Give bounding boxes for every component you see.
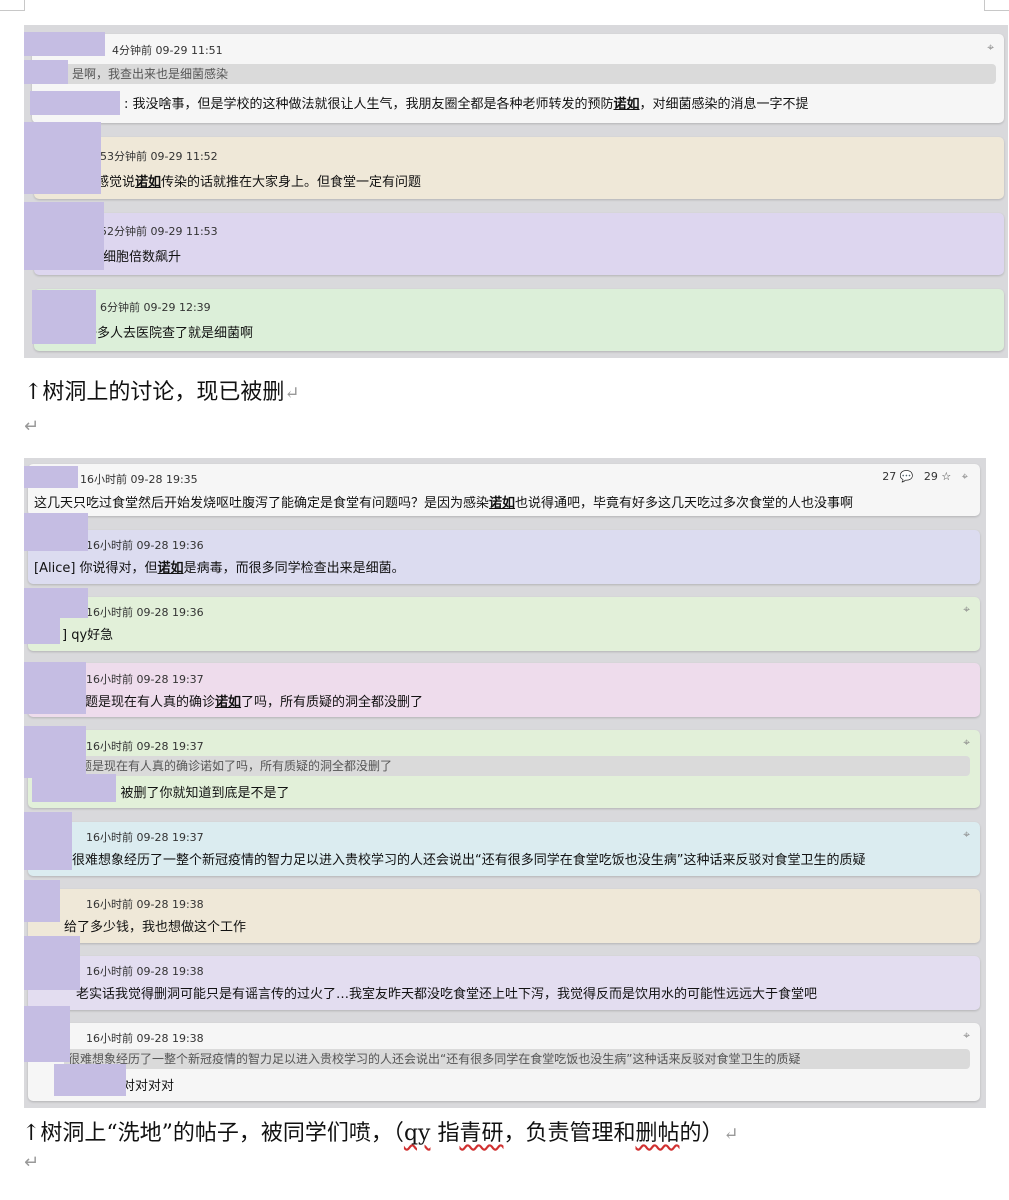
quoted-reply: 问题是现在有人真的确诊诺如了吗，所有质疑的洞全都没删了 <box>64 756 970 776</box>
post-meta: 52分钟前 09-29 11:53 <box>100 225 218 238</box>
caption-2: ↑树洞上“洗地”的帖子，被同学们喷，（qy 指青研，负责管理和删帖的）↵ <box>22 1121 739 1146</box>
post-stats: 27 💬 29 ☆ ⌖ <box>882 470 968 483</box>
redaction-mask <box>24 936 80 990</box>
post-text: 感觉说诺如传染的话就推在大家身上。但食堂一定有问题 <box>96 175 422 190</box>
redaction-mask <box>24 662 86 714</box>
redaction-mask <box>24 60 68 84</box>
quoted-reply: 是啊，我查出来也是细菌感染 <box>32 64 996 84</box>
redaction-mask <box>32 774 116 802</box>
redaction-mask <box>24 32 105 56</box>
post-text: 对对对对 <box>122 1079 175 1094</box>
redaction-mask <box>24 588 88 618</box>
pin-icon[interactable]: ⌖ <box>963 602 970 617</box>
post-card: 16小时前 09-28 19:38 老实话我觉得删洞可能只是有谣言传的过火了…我… <box>28 956 980 1010</box>
post-card: 16小时前 09-28 19:36 [Alice] 你说得对，但诺如是病毒，而很… <box>28 530 980 584</box>
post-text: ] qy好急 <box>62 628 114 643</box>
post-text: 老实话我觉得删洞可能只是有谣言传的过火了…我室友昨天都没吃食堂还上吐下泻，我觉得… <box>76 987 818 1002</box>
post-card: 16小时前 09-28 19:37 ⌖ 很难想象经历了一整个新冠疫情的智力足以进… <box>28 822 980 876</box>
post-card: 53分钟前 09-29 11:52 感觉说诺如传染的话就推在大家身上。但食堂一定… <box>34 137 1004 199</box>
post-text: 好多人去医院查了就是细菌啊 <box>84 326 254 341</box>
post-meta: 16小时前 09-28 19:37 <box>86 740 204 753</box>
paragraph-mark: ↵ <box>24 1152 40 1173</box>
post-card: 16小时前 09-28 19:38 给了多少钱，我也想做这个工作 <box>28 889 980 943</box>
screenshot-tree-hole-discussion: 4分钟前 09-29 11:51 ⌖ 是啊，我查出来也是细菌感染 : 我没啥事，… <box>24 25 1008 358</box>
post-card: 16小时前 09-28 19:37 问题是现在有人真的确诊诺如了吗，所有质疑的洞… <box>28 663 980 717</box>
post-text: : 被删了你就知道到底是不是了 <box>112 786 290 801</box>
pin-icon[interactable]: ⌖ <box>963 1028 970 1043</box>
pin-icon[interactable]: ⌖ <box>963 735 970 750</box>
post-meta: 16小时前 09-28 19:36 <box>86 539 204 552</box>
post-text: 给了多少钱，我也想做这个工作 <box>64 920 247 935</box>
redaction-mask <box>30 91 120 115</box>
redaction-mask <box>24 812 72 870</box>
post-card: 16小时前 09-28 19:38 ⌖ 很难想象经历了一整个新冠疫情的智力足以进… <box>28 1023 980 1101</box>
post-meta: 16小时前 09-28 19:37 <box>86 673 204 686</box>
pin-icon[interactable]: ⌖ <box>962 470 968 483</box>
post-meta: 16小时前 09-28 19:36 <box>86 606 204 619</box>
page-corner-mark-right <box>984 0 1009 11</box>
post-meta: 16小时前 09-28 19:38 <box>86 1032 204 1045</box>
post-meta: 4分钟前 09-29 11:51 <box>112 44 223 57</box>
post-text: : 我没啥事，但是学校的这种做法就很让人生气，我朋友圈全都是各种老师转发的预防诺… <box>124 97 809 112</box>
redaction-mask <box>24 466 78 488</box>
redaction-mask <box>24 202 104 270</box>
post-meta: 16小时前 09-28 19:35 <box>80 473 198 486</box>
post-card: 16小时前 09-28 19:35 27 💬 29 ☆ ⌖ 这几天只吃过食堂然后… <box>28 464 980 516</box>
post-text: [Alice] 你说得对，但诺如是病毒，而很多同学检查出来是细菌。 <box>34 561 405 576</box>
paragraph-mark: ↵ <box>24 416 40 437</box>
redaction-mask <box>32 290 96 344</box>
caption-1: ↑树洞上的讨论，现已被删↵ <box>24 380 300 405</box>
post-card: 4分钟前 09-29 11:51 ⌖ 是啊，我查出来也是细菌感染 : 我没啥事，… <box>32 34 1004 123</box>
redaction-mask <box>24 880 60 922</box>
redaction-mask <box>24 513 88 551</box>
post-meta: 53分钟前 09-29 11:52 <box>100 150 218 163</box>
comment-icon: 💬 <box>899 470 914 483</box>
post-text: 很难想象经历了一整个新冠疫情的智力足以进入贵校学习的人还会说出“还有很多同学在食… <box>72 853 866 868</box>
post-card: 16小时前 09-28 19:36 ⌖ ] qy好急 <box>28 597 980 651</box>
post-meta: 16小时前 09-28 19:38 <box>86 965 204 978</box>
post-card: 52分钟前 09-29 11:53 白细胞倍数飙升 <box>34 213 1004 275</box>
star-icon[interactable]: ☆ <box>941 470 951 483</box>
pin-icon[interactable]: ⌖ <box>987 40 994 55</box>
screenshot-whitewash-post: 16小时前 09-28 19:35 27 💬 29 ☆ ⌖ 这几天只吃过食堂然后… <box>24 458 986 1108</box>
post-meta: 16小时前 09-28 19:38 <box>86 898 204 911</box>
page-corner-mark-left <box>0 0 25 11</box>
quoted-reply: 很难想象经历了一整个新冠疫情的智力足以进入贵校学习的人还会说出“还有很多同学在食… <box>64 1049 970 1069</box>
post-text: 问题是现在有人真的确诊诺如了吗，所有质疑的洞全都没删了 <box>72 695 424 710</box>
post-meta: 6分钟前 09-29 12:39 <box>100 301 211 314</box>
post-card: 6分钟前 09-29 12:39 好多人去医院查了就是细菌啊 <box>34 289 1004 351</box>
post-card: 16小时前 09-28 19:37 ⌖ 问题是现在有人真的确诊诺如了吗，所有质疑… <box>28 730 980 808</box>
post-text: 这几天只吃过食堂然后开始发烧呕吐腹泻了能确定是食堂有问题吗？是因为感染诺如也说得… <box>34 496 854 511</box>
redaction-mask <box>24 616 60 644</box>
redaction-mask <box>24 122 101 194</box>
post-meta: 16小时前 09-28 19:37 <box>86 831 204 844</box>
redaction-mask <box>24 1006 70 1062</box>
redaction-mask <box>24 726 86 778</box>
pin-icon[interactable]: ⌖ <box>963 827 970 842</box>
redaction-mask <box>54 1064 126 1096</box>
